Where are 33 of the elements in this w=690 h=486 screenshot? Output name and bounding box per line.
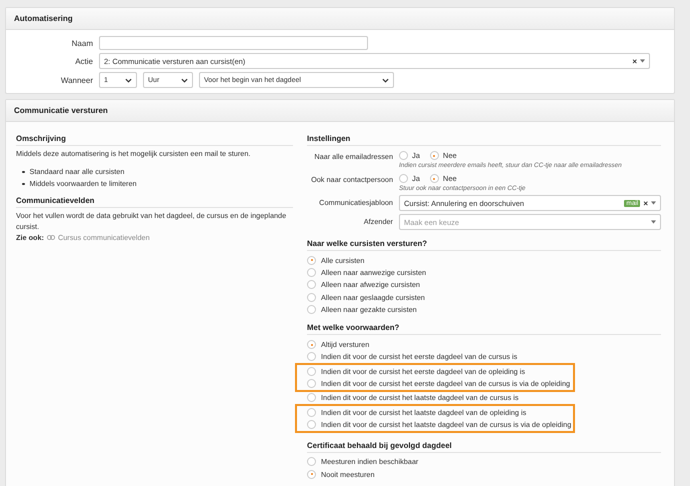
radio-button[interactable] xyxy=(430,151,439,160)
caret-icon xyxy=(651,220,656,224)
caret-icon xyxy=(640,59,645,63)
radio-button[interactable] xyxy=(307,366,316,376)
radio-button[interactable] xyxy=(307,340,316,350)
radio-button[interactable] xyxy=(399,174,408,183)
radio-button[interactable] xyxy=(399,151,408,160)
radio-button[interactable] xyxy=(307,457,316,466)
caret-icon xyxy=(651,201,656,205)
radio-button[interactable] xyxy=(307,393,316,402)
field-label: Naam xyxy=(70,38,93,48)
radio-button[interactable] xyxy=(307,352,316,362)
radio-button[interactable] xyxy=(307,420,316,429)
chevron-icon xyxy=(382,78,389,82)
radio-button[interactable] xyxy=(307,470,316,478)
chevron-icon xyxy=(181,78,188,82)
bullet-icon xyxy=(22,170,24,174)
radio-button[interactable] xyxy=(307,292,316,302)
bullet-icon xyxy=(22,182,24,186)
radio-button[interactable] xyxy=(307,379,316,388)
radio-button[interactable] xyxy=(307,408,316,417)
panel-title: Communicatie versturen xyxy=(6,100,674,122)
radio-button[interactable] xyxy=(307,304,316,314)
panel-title: Automatisering xyxy=(6,8,674,30)
radio-button[interactable] xyxy=(307,256,316,265)
field-label: Actie xyxy=(74,56,93,66)
radio-button[interactable] xyxy=(430,174,439,183)
radio-button[interactable] xyxy=(307,268,316,277)
link-icon xyxy=(46,234,55,240)
field-label: Wanneer xyxy=(60,76,93,84)
radio-button[interactable] xyxy=(307,280,316,290)
name-field[interactable] xyxy=(99,36,368,50)
chevron-icon xyxy=(125,78,132,82)
